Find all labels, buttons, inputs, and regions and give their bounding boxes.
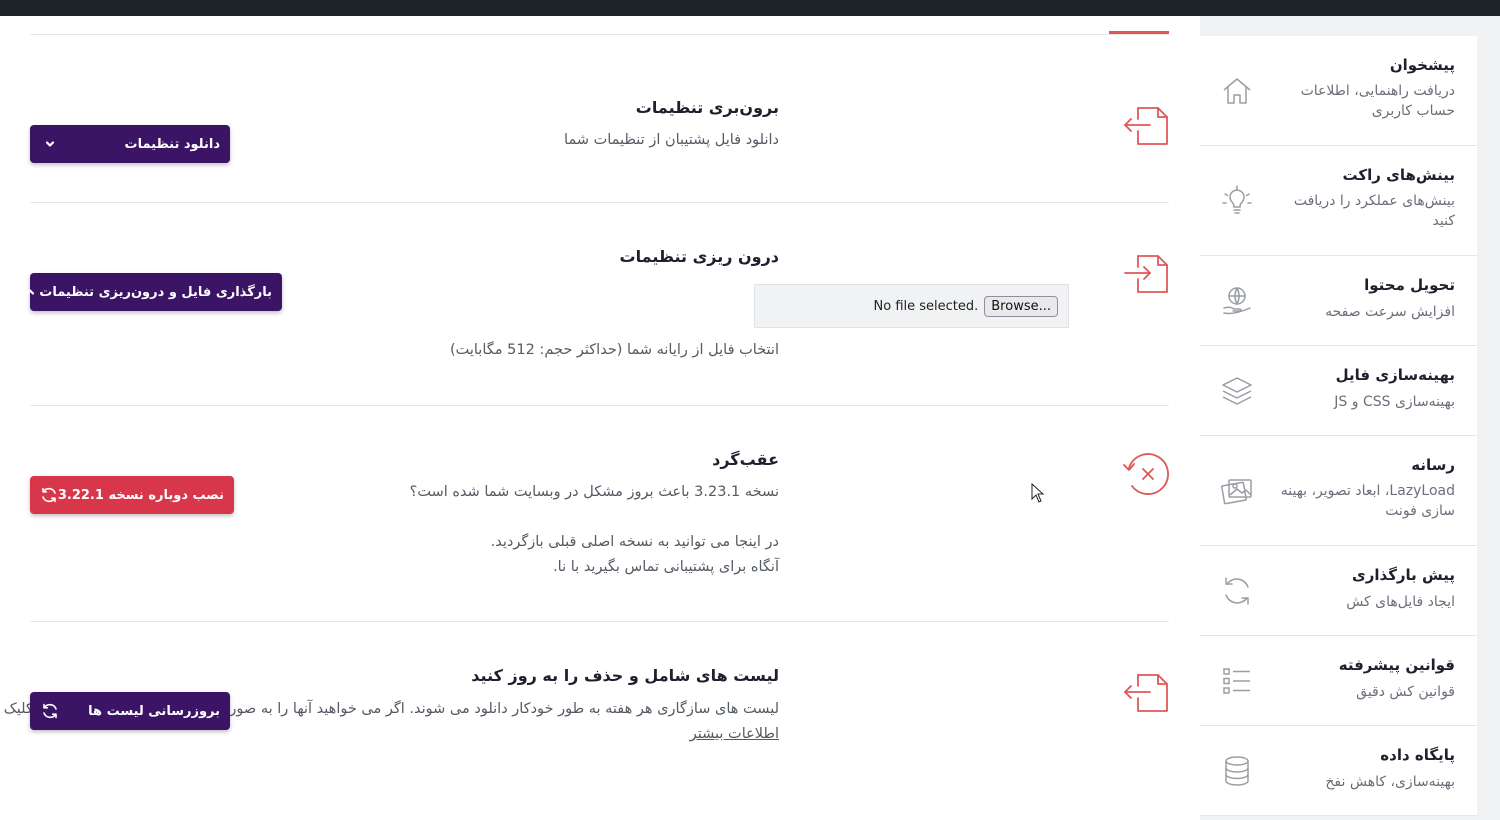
sidebar-item-title: بینش‌های راکت xyxy=(1342,166,1455,184)
reinstall-version-label: نصب دوباره نسخه 3.22.1 xyxy=(57,487,224,503)
learn-more-link[interactable]: اطلاعات بیشتر xyxy=(690,726,779,742)
update-file-icon xyxy=(1120,665,1172,717)
download-settings-label: دانلود تنظیمات xyxy=(124,136,220,152)
rollback-line-1: نسخه 3.23.1 باعث بروز مشکل در وبسایت شما… xyxy=(409,484,779,500)
update-lists-button[interactable]: بروزرسانی لیست ها xyxy=(30,692,230,730)
active-tab-indicator xyxy=(1109,31,1169,34)
rollback-icon xyxy=(1120,448,1172,500)
export-description: دانلود فایل پشتیبان از تنظیمات شما xyxy=(564,132,779,148)
chevron-down-icon xyxy=(40,134,60,154)
sidebar-item-title: پیش بارگذاری xyxy=(1352,566,1455,584)
browse-button[interactable]: Browse... xyxy=(984,295,1058,317)
sidebar-item-title: پایگاه داده xyxy=(1380,746,1455,764)
sidebar-item-title: بهینه‌سازی فایل xyxy=(1335,366,1455,384)
rollback-title: عقب‌گرد xyxy=(712,450,779,469)
upload-import-label: بارگذاری فایل و درون‌ریزی تنظیمات xyxy=(39,284,272,300)
sidebar-item-desc: بهینه‌سازی، کاهش نفخ xyxy=(1325,774,1455,790)
sidebar-item-insights[interactable]: بینش‌های راکت بینش‌های عملکرد را دریافت … xyxy=(1200,146,1477,256)
sidebar-item-desc: قوانین کش دقیق xyxy=(1356,684,1455,700)
import-hint: انتخاب فایل از رایانه شما (حداکثر حجم: 5… xyxy=(449,342,779,358)
download-settings-button[interactable]: دانلود تنظیمات xyxy=(30,125,230,163)
refresh-icon xyxy=(1220,574,1254,608)
file-upload-field[interactable]: No file selected. Browse... xyxy=(754,284,1069,328)
admin-top-bar xyxy=(0,0,1500,16)
lists-title: لیست های شامل و حذف را به روز کنید xyxy=(471,666,779,685)
sidebar-item-desc: بهینه‌سازی CSS و JS xyxy=(1334,394,1455,410)
section-divider xyxy=(30,621,1169,622)
sidebar-item-file-optimization[interactable]: بهینه‌سازی فایل بهینه‌سازی CSS و JS xyxy=(1200,346,1477,436)
main-content: برون‌بری تنظیمات دانلود فایل پشتیبان از … xyxy=(0,16,1200,820)
images-icon xyxy=(1220,474,1254,508)
export-title: برون‌بری تنظیمات xyxy=(635,98,779,117)
sidebar-item-desc: ایجاد فایل‌های کش xyxy=(1346,594,1455,610)
sidebar-item-title: تحویل محتوا xyxy=(1364,276,1455,294)
sidebar-item-desc: LazyLoad، ابعاد تصویر، بهینه سازی فونت xyxy=(1280,483,1455,519)
sidebar-item-media[interactable]: رسانه LazyLoad، ابعاد تصویر، بهینه سازی … xyxy=(1200,436,1477,546)
settings-sidebar: پیشخوان دریافت راهنمایی، اطلاعات حساب کا… xyxy=(1200,16,1500,820)
home-icon xyxy=(1220,74,1254,108)
sidebar-item-desc: بینش‌های عملکرد را دریافت کنید xyxy=(1293,193,1455,229)
update-lists-label: بروزرسانی لیست ها xyxy=(88,703,220,719)
sidebar-item-desc: دریافت راهنمایی، اطلاعات حساب کاربری xyxy=(1300,83,1455,119)
rollback-line-3: آنگاه برای پشتیبانی تماس بگیرید با نا. xyxy=(553,559,779,575)
import-file-icon xyxy=(1120,246,1172,298)
sidebar-item-dashboard[interactable]: پیشخوان دریافت راهنمایی، اطلاعات حساب کا… xyxy=(1200,36,1477,146)
sidebar-item-database[interactable]: پایگاه داده بهینه‌سازی، کاهش نفخ xyxy=(1200,726,1477,816)
export-file-icon xyxy=(1120,98,1172,150)
sidebar-item-advanced-rules[interactable]: قوانین پیشرفته قوانین کش دقیق xyxy=(1200,636,1477,726)
sidebar-item-cdn[interactable]: تحویل محتوا افزایش سرعت صفحه xyxy=(1200,256,1477,346)
rollback-line-2: در اینجا می توانید به نسخه اصلی قبلی باز… xyxy=(490,534,779,550)
sidebar-item-title: پیشخوان xyxy=(1389,56,1455,74)
refresh-icon xyxy=(40,485,58,505)
sidebar-item-title: رسانه xyxy=(1411,456,1455,474)
sidebar-item-title: قوانین پیشرفته xyxy=(1338,656,1455,674)
sidebar-item-preload[interactable]: پیش بارگذاری ایجاد فایل‌های کش xyxy=(1200,546,1477,636)
section-divider xyxy=(30,405,1169,406)
tab-underline-divider xyxy=(30,34,1169,35)
globe-hand-icon xyxy=(1220,284,1254,318)
layers-icon xyxy=(1220,374,1254,408)
reinstall-version-button[interactable]: نصب دوباره نسخه 3.22.1 xyxy=(30,476,234,514)
checklist-icon xyxy=(1220,664,1254,698)
mouse-cursor-icon xyxy=(1031,482,1045,503)
sidebar-item-desc: افزایش سرعت صفحه xyxy=(1325,304,1455,320)
import-title: درون ریزی تنظیمات xyxy=(619,247,779,266)
database-icon xyxy=(1220,754,1254,788)
chevron-up-icon xyxy=(21,282,39,302)
section-divider xyxy=(30,202,1169,203)
file-status-text: No file selected. xyxy=(873,298,979,314)
refresh-icon xyxy=(40,701,60,721)
lightbulb-icon xyxy=(1220,184,1254,218)
upload-import-button[interactable]: بارگذاری فایل و درون‌ریزی تنظیمات xyxy=(26,273,282,311)
